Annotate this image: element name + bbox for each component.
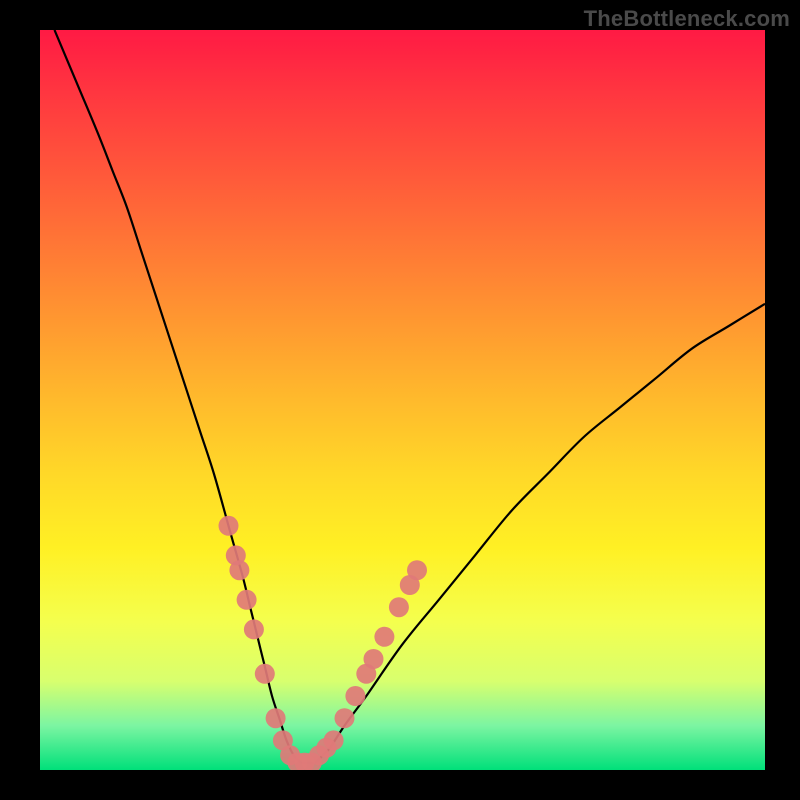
highlight-marker	[237, 590, 257, 610]
chart-frame: TheBottleneck.com	[0, 0, 800, 800]
highlight-marker	[345, 686, 365, 706]
highlight-marker	[407, 560, 427, 580]
bottleneck-curve	[55, 30, 766, 763]
highlight-marker	[364, 649, 384, 669]
highlight-marker	[266, 708, 286, 728]
highlight-marker	[389, 597, 409, 617]
highlight-marker	[374, 627, 394, 647]
highlight-marker	[244, 619, 264, 639]
highlight-marker	[219, 516, 239, 536]
highlight-marker	[229, 560, 249, 580]
highlight-marker	[335, 708, 355, 728]
watermark-text: TheBottleneck.com	[584, 6, 790, 32]
chart-svg	[40, 30, 765, 770]
highlight-marker	[324, 730, 344, 750]
chart-plot-area	[40, 30, 765, 770]
highlight-marker	[255, 664, 275, 684]
